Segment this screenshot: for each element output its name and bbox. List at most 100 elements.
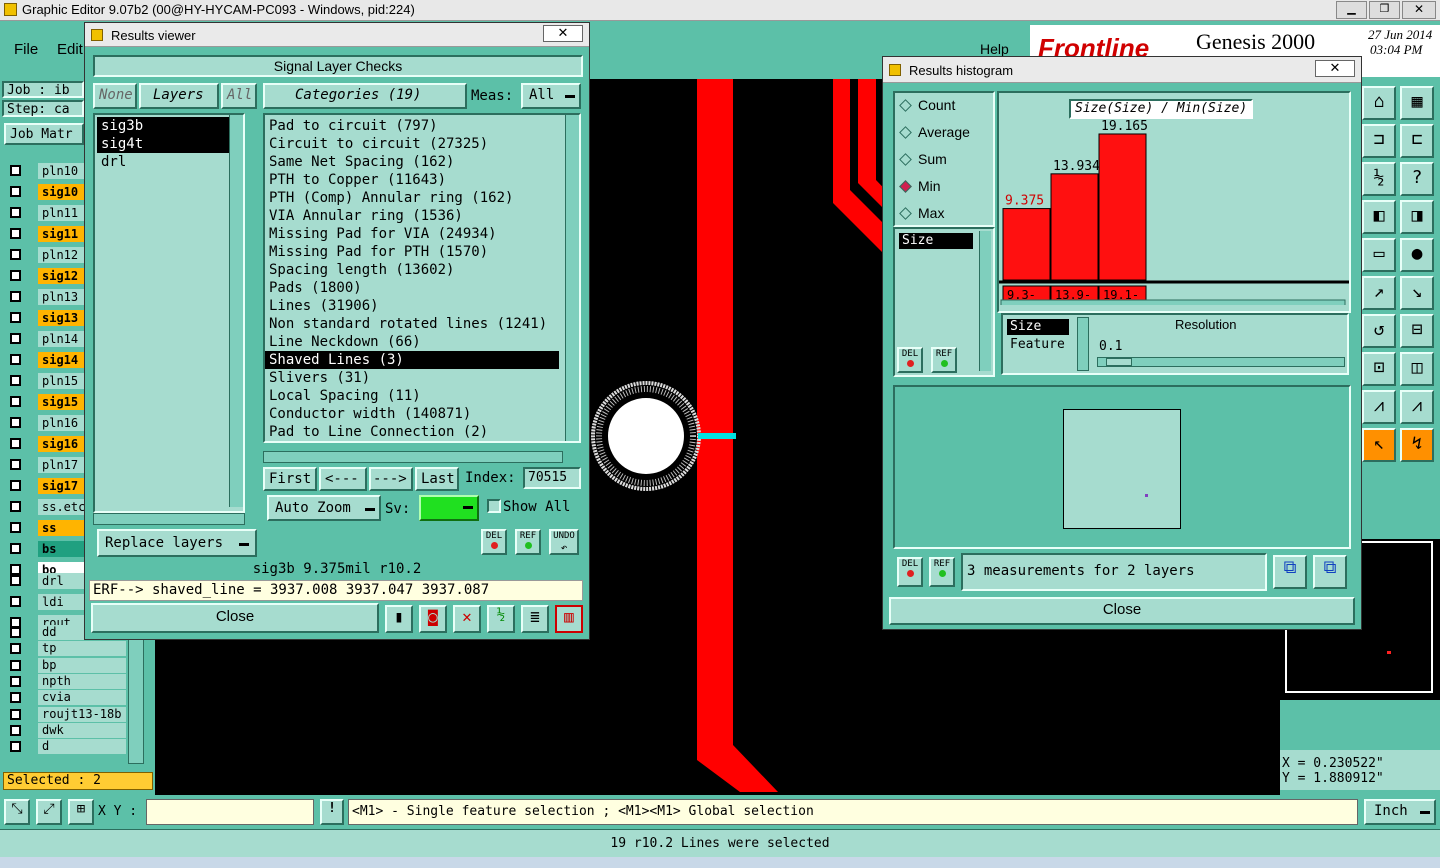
hist-close-button[interactable]: Close bbox=[889, 597, 1355, 625]
layer-row[interactable]: cvia bbox=[6, 690, 126, 706]
layer-icon-2[interactable]: ◨ bbox=[1400, 200, 1434, 234]
layer-row[interactable]: roujt13-18b bbox=[6, 706, 126, 722]
category-item[interactable]: Spacing length (13602) bbox=[265, 261, 559, 279]
layer-checkbox[interactable] bbox=[10, 724, 21, 736]
resolution-slider[interactable] bbox=[1097, 357, 1345, 367]
aggregate-option[interactable]: Max bbox=[899, 205, 944, 225]
layer-checkbox[interactable] bbox=[10, 575, 21, 586]
layer-checkbox[interactable] bbox=[10, 522, 21, 533]
category-item[interactable]: Missing Pad for VIA (24934) bbox=[265, 225, 559, 243]
layer-row[interactable]: npth bbox=[6, 673, 126, 689]
histogram-bar[interactable] bbox=[1050, 173, 1099, 281]
layer-checkbox[interactable] bbox=[10, 708, 21, 720]
menu-help[interactable]: Help bbox=[980, 41, 1009, 57]
aggregate-option[interactable]: Average bbox=[899, 124, 970, 144]
surface-icon-2[interactable]: ⩘ bbox=[1400, 390, 1434, 424]
layer-checkbox[interactable] bbox=[10, 291, 21, 302]
hist-del-button[interactable]: DEL bbox=[897, 347, 923, 373]
layer-checkbox[interactable] bbox=[10, 333, 21, 344]
pointer-icon[interactable]: ↖ bbox=[1362, 428, 1396, 462]
sel-item-size[interactable]: Size bbox=[1007, 319, 1069, 335]
category-item[interactable]: Conductor width (140871) bbox=[265, 405, 559, 423]
select-icon[interactable]: ↯ bbox=[1400, 428, 1434, 462]
layers-button[interactable]: Layers bbox=[139, 83, 219, 109]
layer-checkbox[interactable] bbox=[10, 270, 21, 281]
measure-icon[interactable]: ⊡ bbox=[1362, 352, 1396, 386]
sv-color-dropdown[interactable] bbox=[419, 495, 479, 521]
category-item[interactable]: Line Neckdown (66) bbox=[265, 333, 559, 351]
histogram-bar[interactable] bbox=[1002, 208, 1051, 281]
menu-edit[interactable]: Edit bbox=[57, 41, 83, 58]
all-layers-button[interactable]: All bbox=[221, 83, 257, 109]
layer-checkbox[interactable] bbox=[10, 543, 21, 554]
categories-button[interactable]: Categories (19) bbox=[263, 83, 467, 109]
prev-button[interactable]: <--- bbox=[319, 467, 367, 491]
report-icon[interactable]: ▮ bbox=[385, 605, 413, 633]
prev-del-button[interactable]: DEL bbox=[897, 557, 923, 587]
rv-undo-button[interactable]: UNDO ↶ bbox=[549, 529, 579, 555]
sel-item-feature[interactable]: Feature bbox=[1007, 337, 1069, 353]
category-item[interactable]: Same Net Spacing (162) bbox=[265, 153, 559, 171]
none-button[interactable]: None bbox=[93, 83, 137, 109]
category-item[interactable]: PTH to Copper (11643) bbox=[265, 171, 559, 189]
layer-checkbox[interactable] bbox=[10, 249, 21, 260]
export-icon[interactable]: ◙ bbox=[419, 605, 447, 633]
layer-row[interactable]: dwk bbox=[6, 722, 126, 738]
line-icon-1[interactable]: ↗ bbox=[1362, 276, 1396, 310]
ruler-icon[interactable]: ▭ bbox=[1362, 238, 1396, 272]
histogram-bar[interactable] bbox=[1098, 133, 1147, 281]
tool-icon-1[interactable]: ⤡ bbox=[4, 799, 30, 825]
rv-close-button[interactable]: Close bbox=[91, 603, 379, 633]
next-button[interactable]: ---> bbox=[369, 467, 413, 491]
xy-input[interactable] bbox=[146, 799, 314, 825]
aggregate-option[interactable]: Sum bbox=[899, 151, 947, 171]
pan-icon[interactable]: ▦ bbox=[1400, 86, 1434, 120]
flip-icon[interactable]: ⊐ bbox=[1362, 124, 1396, 158]
layer-list-scrollbar[interactable] bbox=[229, 115, 243, 507]
layer-icon-1[interactable]: ◧ bbox=[1362, 200, 1396, 234]
layer-checkbox[interactable] bbox=[10, 354, 21, 365]
first-button[interactable]: First bbox=[263, 467, 317, 491]
layer-checkbox[interactable] bbox=[10, 643, 21, 655]
rv-layer-item[interactable]: sig3b bbox=[97, 117, 235, 135]
attr-item-size[interactable]: Size bbox=[899, 233, 973, 249]
prev-ref-button[interactable]: REF bbox=[929, 557, 955, 587]
shape-icon[interactable]: ◫ bbox=[1400, 352, 1434, 386]
maximize-button[interactable]: ❐ bbox=[1369, 1, 1400, 19]
scale-icon[interactable]: ½ bbox=[1362, 162, 1396, 196]
attr-scrollbar[interactable] bbox=[979, 231, 991, 371]
job-matrix-button[interactable]: Job Matr bbox=[4, 123, 84, 145]
layer-checkbox[interactable] bbox=[10, 417, 21, 428]
units-dropdown[interactable]: Inch bbox=[1364, 799, 1436, 825]
surface-icon-1[interactable]: ⩘ bbox=[1362, 390, 1396, 424]
last-button[interactable]: Last bbox=[415, 467, 459, 491]
layer-checkbox[interactable] bbox=[10, 675, 21, 687]
layer-checkbox[interactable] bbox=[10, 375, 21, 386]
category-item[interactable]: Circuit to circuit (27325) bbox=[265, 135, 559, 153]
fill-icon[interactable]: ⊟ bbox=[1400, 314, 1434, 348]
replace-layers-dropdown[interactable]: Replace layers bbox=[97, 529, 257, 557]
rv-close-x[interactable]: ✕ bbox=[543, 25, 583, 42]
alert-icon[interactable]: ! bbox=[320, 799, 344, 825]
category-hscroll[interactable] bbox=[263, 451, 563, 463]
tool-icon-2[interactable]: ⤢ bbox=[36, 799, 62, 825]
home-icon[interactable]: ⌂ bbox=[1362, 86, 1396, 120]
chart-hscroll[interactable] bbox=[1000, 299, 1346, 305]
layer-checkbox[interactable] bbox=[10, 480, 21, 491]
step-icon[interactable]: ½ bbox=[487, 605, 515, 633]
zoom-measure-icon[interactable]: ⧉ bbox=[1273, 555, 1307, 589]
aggregate-option[interactable]: Min bbox=[899, 178, 941, 198]
auto-zoom-dropdown[interactable]: Auto Zoom bbox=[267, 495, 381, 521]
layer-checkbox[interactable] bbox=[10, 207, 21, 218]
layer-checkbox[interactable] bbox=[10, 228, 21, 239]
pad-icon[interactable]: ● bbox=[1400, 238, 1434, 272]
layer-row[interactable]: tp bbox=[6, 641, 126, 657]
layer-list-hscroll[interactable] bbox=[93, 513, 245, 525]
layer-checkbox[interactable] bbox=[10, 659, 21, 671]
line-icon-2[interactable]: ↘ bbox=[1400, 276, 1434, 310]
layer-checkbox[interactable] bbox=[10, 312, 21, 323]
layer-checkbox[interactable] bbox=[10, 501, 21, 512]
category-item[interactable]: VIA Annular ring (1536) bbox=[265, 207, 559, 225]
rv-del-button[interactable]: DEL bbox=[481, 529, 507, 555]
layer-checkbox[interactable] bbox=[10, 186, 21, 197]
